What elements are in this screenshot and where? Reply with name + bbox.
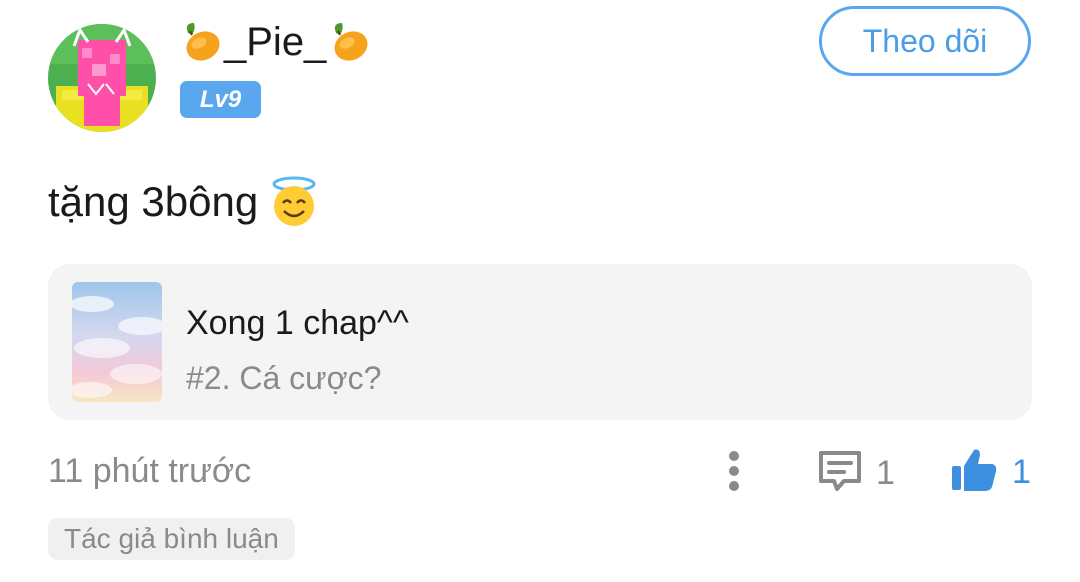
thumbs-up-icon xyxy=(950,446,998,499)
author-comment-tag: Tác giả bình luận xyxy=(48,518,295,560)
mango-icon xyxy=(178,19,224,65)
timestamp: 11 phút trước xyxy=(48,452,252,490)
post-text-content: tặng 3bông xyxy=(48,178,259,225)
more-options-button[interactable] xyxy=(716,446,752,496)
story-cover xyxy=(72,282,162,402)
mango-icon xyxy=(326,19,372,65)
post-text: tặng 3bông xyxy=(48,172,320,232)
comment-count: 1 xyxy=(876,453,895,492)
comment-post: _Pie_ Lv9 Theo dõi tặng 3bông Xong 1 cha… xyxy=(0,0,1080,582)
follow-button[interactable]: Theo dõi xyxy=(819,6,1031,76)
level-badge: Lv9 xyxy=(180,81,261,118)
story-card[interactable]: Xong 1 chap^^ #2. Cá cược? xyxy=(48,264,1032,420)
comment-icon xyxy=(816,448,864,499)
smiling-face-with-halo-icon xyxy=(268,176,320,228)
story-title: Xong 1 chap^^ xyxy=(186,304,409,342)
story-chapter: #2. Cá cược? xyxy=(186,360,382,396)
username[interactable]: _Pie_ xyxy=(178,14,372,70)
avatar[interactable] xyxy=(48,24,156,132)
like-button[interactable]: 1 xyxy=(950,446,1031,498)
vertical-dots-icon xyxy=(729,451,739,491)
comment-button[interactable]: 1 xyxy=(816,448,895,498)
username-text: _Pie_ xyxy=(224,20,327,64)
like-count: 1 xyxy=(1012,452,1031,491)
